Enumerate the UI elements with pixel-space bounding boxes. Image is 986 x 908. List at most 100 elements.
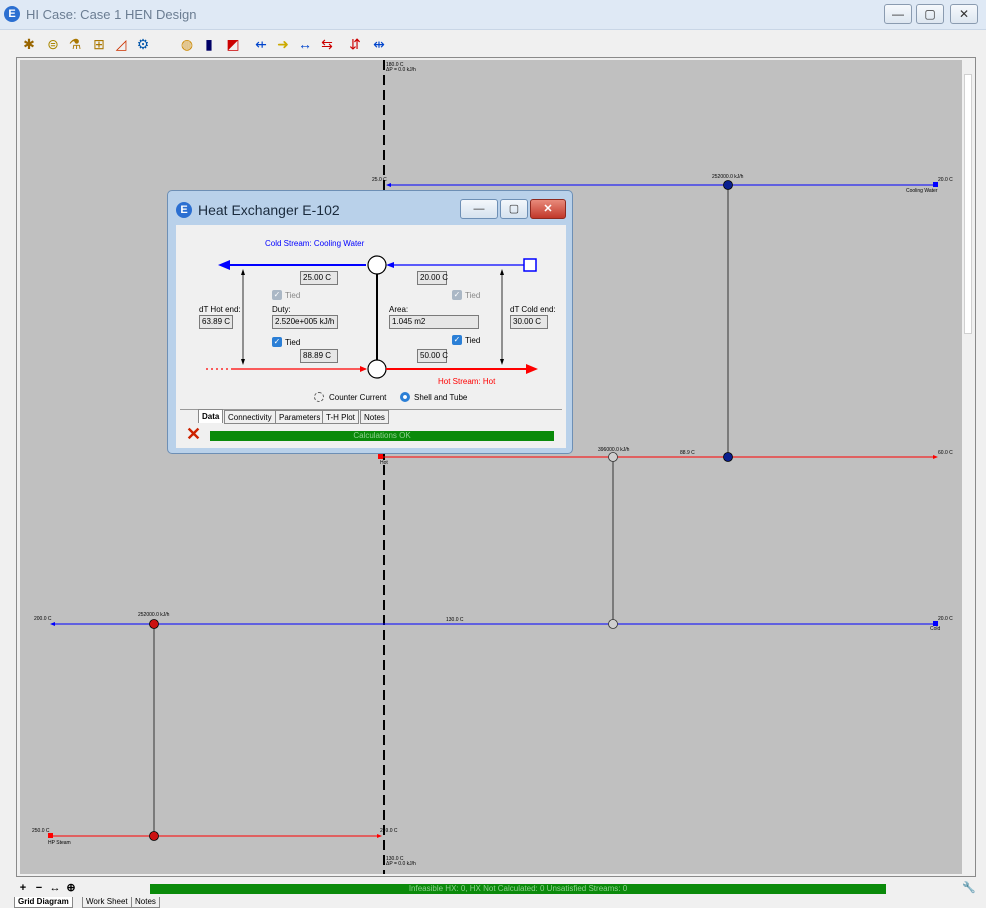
area-label: Area:: [389, 305, 409, 314]
hot-stream-label: Hot Stream: Hot: [438, 377, 496, 386]
exchanger-schematic: [206, 255, 538, 379]
e101-hot-node[interactable]: [608, 452, 618, 462]
tab-connectivity[interactable]: Connectivity: [224, 410, 276, 424]
cold-inlet-box: [523, 258, 537, 272]
tab-work-sheet[interactable]: Work Sheet: [82, 897, 132, 908]
th-plot-tool-icon[interactable]: ⇷: [252, 35, 270, 53]
dt-cold-end-value: 30.00 C: [510, 315, 548, 329]
e102-hot-node[interactable]: [723, 452, 733, 462]
match-tool-icon[interactable]: ⚗: [66, 35, 84, 53]
cooling-water-name: Cooling Water: [906, 188, 938, 194]
toolbar: ✱ ⊜ ⚗ ⊞ ◿ ⚙ ◍ ▮ ◩ ⇷ ➜ ↔ ⇆ ⇵ ⇹: [0, 30, 986, 58]
hot-stream-outlet-temp: 60.0 C: [938, 450, 953, 456]
hot-outlet-temp[interactable]: 50.00 C: [417, 349, 448, 363]
cold-out-tied-label: Tied: [285, 291, 301, 300]
shell-tube-radio[interactable]: [400, 392, 410, 402]
e100-duty-label: 252000.0 kJ/h: [138, 612, 170, 618]
e102-duty-label: 252000.0 kJ/h: [712, 174, 744, 180]
exchanger-tool-icon[interactable]: ⊜: [44, 35, 62, 53]
hot-in-tied-checkbox[interactable]: ✓: [272, 337, 282, 347]
stream-tool-icon[interactable]: ◍: [178, 35, 196, 53]
shell-tube-label: Shell and Tube: [414, 393, 468, 402]
dt-cold-end-label: dT Cold end:: [510, 305, 556, 314]
close-button[interactable]: ✕: [950, 4, 978, 24]
e101-cold-node[interactable]: [608, 619, 618, 629]
tab-th-plot[interactable]: T-H Plot: [322, 410, 359, 424]
main-status-bar: Infeasible HX: 0, HX Not Calculated: 0 U…: [150, 884, 886, 894]
hot-mid-temp: 88.9 C: [680, 450, 695, 456]
counter-current-radio[interactable]: [314, 392, 324, 402]
target-tool-icon[interactable]: ⚙: [134, 35, 152, 53]
chart-tool-icon[interactable]: ◩: [224, 35, 242, 53]
cold-stream-inlet-temp: 20.0 C: [938, 616, 953, 622]
counter-current-label: Counter Current: [329, 393, 387, 402]
e100-hot-node[interactable]: [149, 831, 159, 841]
tab-notes-bottom[interactable]: Notes: [131, 897, 160, 908]
composite-tool-icon[interactable]: ▮: [200, 35, 218, 53]
scroll-thumb[interactable]: [964, 74, 972, 334]
tab-data[interactable]: Data: [198, 409, 224, 423]
grid-tool-icon[interactable]: ✱: [20, 35, 38, 53]
cooling-water-outlet-temp: 25.0 C: [372, 177, 387, 183]
title-bar: E HI Case: Case 1 HEN Design — ▢ ✕: [0, 0, 986, 30]
cold-in-tied-label: Tied: [465, 291, 481, 300]
cold-in-tied-checkbox[interactable]: ✓: [452, 290, 462, 300]
cooling-water-inlet-temp: 20.0 C: [938, 177, 953, 183]
cold-stream-outlet-temp: 200.0 C: [34, 616, 52, 622]
wrench-icon[interactable]: 🔧: [962, 881, 976, 894]
hot-in-arrow: [360, 366, 367, 372]
connect-icon[interactable]: ⇵: [346, 35, 364, 53]
dialog-minimize-button[interactable]: —: [460, 199, 498, 219]
dialog-title: Heat Exchanger E-102: [198, 202, 340, 218]
tab-grid-diagram[interactable]: Grid Diagram: [14, 897, 73, 908]
top-pinch-dp: ΔP = 0.0 kJ/h: [386, 67, 416, 73]
dt-hot-end-label: dT Hot end:: [199, 305, 241, 314]
cold-inlet-temp[interactable]: 20.00 C: [417, 271, 448, 285]
cold-in-arrow: [386, 262, 394, 268]
zoom-in-button[interactable]: +: [16, 882, 30, 894]
tab-notes[interactable]: Notes: [360, 410, 389, 424]
cooling-water-arrow: [386, 183, 391, 187]
grid-diagram-svg: 180.0 C ΔP = 0.0 kJ/h 130.0 C ΔP = 0.0 k…: [32, 60, 953, 874]
zoom-all-button[interactable]: ⊕: [64, 882, 78, 894]
tab-parameters[interactable]: Parameters: [275, 410, 325, 424]
hot-side-node: [367, 359, 387, 379]
window-title: HI Case: Case 1 HEN Design: [26, 7, 197, 22]
hp-steam-inlet-temp: 250.0 C: [32, 828, 50, 834]
cut-icon[interactable]: ⇆: [318, 35, 336, 53]
add-stream-icon[interactable]: ➜: [274, 35, 292, 53]
mixer-tool-icon[interactable]: ◿: [112, 35, 130, 53]
zoom-fit-button[interactable]: ↔: [48, 882, 62, 894]
app-icon: E: [4, 6, 20, 22]
cold-out-arrow: [218, 260, 230, 270]
duty-value[interactable]: 2.520e+005 kJ/h: [272, 315, 338, 329]
delete-stream-icon[interactable]: ↔: [296, 35, 314, 53]
bottom-pinch-dp: ΔP = 0.0 kJ/h: [386, 861, 416, 867]
dt-hot-end-value: 63.89 C: [199, 315, 233, 329]
dialog-status-bar: Calculations OK: [210, 431, 554, 441]
cold-side-node: [367, 255, 387, 275]
split-tool-icon[interactable]: ⊞: [90, 35, 108, 53]
hot-out-arrow: [526, 364, 538, 374]
e102-cold-node[interactable]: [723, 180, 733, 190]
cold-stream-name: Cold: [930, 626, 941, 632]
dialog-close-button[interactable]: ✕: [530, 199, 566, 219]
zoom-out-button[interactable]: −: [32, 882, 46, 894]
delete-exchanger-icon[interactable]: ✕: [186, 425, 201, 443]
e101-duty-label: 396000.0 kJ/h: [598, 447, 630, 453]
hot-in-tied-label: Tied: [285, 338, 301, 347]
dialog-app-icon: E: [176, 202, 192, 218]
e100-cold-node[interactable]: [149, 619, 159, 629]
dialog-maximize-button[interactable]: ▢: [500, 199, 528, 219]
hot-out-tied-checkbox[interactable]: ✓: [452, 335, 462, 345]
hp-steam-arrow: [377, 834, 382, 838]
heat-exchanger-dialog: E Heat Exchanger E-102 — ▢ ✕ Cold Stream…: [167, 190, 573, 454]
maximize-button[interactable]: ▢: [916, 4, 944, 24]
hot-inlet-temp[interactable]: 88.89 C: [300, 349, 338, 363]
grid-canvas[interactable]: 180.0 C ΔP = 0.0 kJ/h 130.0 C ΔP = 0.0 k…: [20, 60, 962, 874]
hot-stream-inlet[interactable]: [378, 454, 383, 459]
cold-out-tied-checkbox[interactable]: ✓: [272, 290, 282, 300]
cold-outlet-temp[interactable]: 25.00 C: [300, 271, 338, 285]
minimize-button[interactable]: —: [884, 4, 912, 24]
disconnect-icon[interactable]: ⇹: [370, 35, 388, 53]
